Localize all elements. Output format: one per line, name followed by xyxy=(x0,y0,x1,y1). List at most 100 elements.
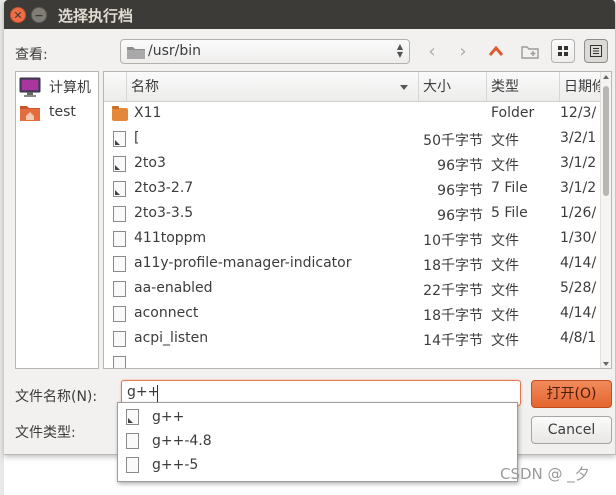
file-size: 96字节 xyxy=(437,158,483,174)
new-folder-icon[interactable] xyxy=(518,40,542,62)
autocomplete-popup: g++ g++-4.8 g++-5 xyxy=(117,402,518,482)
file-name: a11y-profile-manager-indicator xyxy=(134,255,352,271)
file-icon xyxy=(113,306,126,322)
file-row[interactable]: a11y-profile-manager-indicator 18千字节 文件 4/1… xyxy=(104,252,601,277)
open-button[interactable]: 打开(O) xyxy=(531,380,612,408)
watermark: CSDN @ _夕 xyxy=(500,465,590,483)
file-size: 18千字节 xyxy=(423,308,483,324)
icon-view-button[interactable] xyxy=(551,39,575,63)
file-date: 4/14/ xyxy=(560,255,597,271)
file-name: X11 xyxy=(134,105,162,121)
file-name: 2to3-2.7 xyxy=(134,180,194,196)
grid-icon xyxy=(558,46,568,56)
file-date: 1/30/ xyxy=(560,230,597,246)
autocomplete-item-label: g++ xyxy=(152,409,185,425)
folder-icon xyxy=(127,47,145,59)
sidebar-item-test[interactable]: test xyxy=(19,101,76,123)
file-type: Folder xyxy=(491,105,535,121)
file-size: 18千字节 xyxy=(423,258,483,274)
path-combo[interactable]: /usr/bin ▲ ▼ xyxy=(120,39,410,64)
dialog-title: 选择执行档 xyxy=(58,7,134,25)
file-row[interactable]: aconnect 18千字节 文件 4/14/ xyxy=(104,302,601,327)
executable-file-icon xyxy=(113,131,126,147)
places-sidebar: 计算机 test xyxy=(15,71,99,369)
file-type: 文件 xyxy=(491,133,519,149)
file-row[interactable]: aa-enabled 22千字节 文件 5/28/ xyxy=(104,277,601,302)
file-date: 12/3/ xyxy=(560,105,597,121)
file-icon xyxy=(113,231,126,247)
file-name: 2to3-3.5 xyxy=(134,205,194,221)
file-type: 文件 xyxy=(491,258,519,274)
scroll-up-icon[interactable] xyxy=(603,75,609,79)
detail-view-button[interactable] xyxy=(584,39,608,63)
sidebar-item-computer[interactable]: 计算机 xyxy=(19,76,91,98)
executable-file-icon xyxy=(126,409,139,425)
minimize-button[interactable]: − xyxy=(31,7,47,23)
scrollbar-thumb[interactable] xyxy=(603,86,609,196)
file-list-header: 名称 大小 类型 日期修 xyxy=(104,72,611,102)
executable-file-icon xyxy=(113,181,126,197)
file-list: 名称 大小 类型 日期修 X11 Folder 12/3/ [50千字节 文件 3/2/1… xyxy=(103,71,612,369)
column-header-name[interactable]: 名称 xyxy=(127,72,419,102)
autocomplete-item-label: g++-5 xyxy=(152,457,199,473)
column-header-size[interactable]: 大小 xyxy=(419,72,487,102)
file-name: 2to3 xyxy=(134,155,166,171)
close-button[interactable]: ✕ xyxy=(10,7,26,23)
file-icon xyxy=(126,457,139,473)
file-row[interactable]: 411toppm 10千字节 文件 1/30/ xyxy=(104,227,601,252)
folder-icon xyxy=(112,106,128,121)
column-type-label: 类型 xyxy=(491,79,519,95)
autocomplete-item[interactable]: g++-5 xyxy=(118,454,517,478)
file-size: 50千字节 xyxy=(423,133,483,149)
file-icon xyxy=(113,281,126,297)
file-name: aconnect xyxy=(134,305,199,321)
file-row[interactable]: [50千字节 文件 3/2/1 xyxy=(104,127,601,152)
header-spacer xyxy=(104,72,127,102)
file-type: 文件 xyxy=(491,158,519,174)
sort-descending-icon xyxy=(400,85,408,90)
combo-arrows-icon: ▲ ▼ xyxy=(396,42,404,59)
file-icon xyxy=(113,331,126,347)
autocomplete-item[interactable]: g++ xyxy=(118,406,517,430)
vertical-scrollbar[interactable] xyxy=(600,72,611,368)
executable-file-icon xyxy=(113,156,126,172)
file-size: 14千字节 xyxy=(423,333,483,349)
autocomplete-item[interactable]: g++-4.8 xyxy=(118,430,517,454)
file-size: 96字节 xyxy=(437,183,483,199)
file-type: 7 File xyxy=(491,180,528,196)
file-name: aa-enabled xyxy=(134,280,213,296)
file-row[interactable]: acpi_listen 14千字节 文件 4/8/1 xyxy=(104,327,601,352)
column-date-label: 日期修 xyxy=(564,79,605,95)
file-row[interactable] xyxy=(104,352,601,368)
autocomplete-item-label: g++-4.8 xyxy=(152,433,212,449)
file-date: 4/8/1 xyxy=(560,330,597,346)
open-button-label: 打开(O) xyxy=(546,386,597,402)
parent-folder-icon[interactable] xyxy=(484,40,508,62)
file-type: 文件 xyxy=(491,308,519,324)
file-icon xyxy=(113,206,126,222)
file-row[interactable]: 2to3-2.7 96字节 7 File 3/1/2 xyxy=(104,177,601,202)
file-size: 22千字节 xyxy=(423,283,483,299)
column-name-label: 名称 xyxy=(131,79,159,95)
filename-value: g++ xyxy=(127,384,160,400)
file-row[interactable]: 2to3-3.5 96字节 5 File 1/26/ xyxy=(104,202,601,227)
file-date: 3/1/2 xyxy=(560,155,597,171)
file-size: 10千字节 xyxy=(423,233,483,249)
forward-icon[interactable]: › xyxy=(451,40,475,62)
path-text: /usr/bin xyxy=(148,43,202,59)
look-in-label: 查看: xyxy=(15,47,48,63)
scroll-down-icon[interactable] xyxy=(603,362,609,366)
cancel-button[interactable]: Cancel xyxy=(531,416,612,444)
back-icon[interactable]: ‹ xyxy=(420,40,444,62)
sidebar-item-label: 计算机 xyxy=(49,80,91,96)
file-date: 3/2/1 xyxy=(560,130,597,146)
column-header-type[interactable]: 类型 xyxy=(487,72,560,102)
file-name: [ xyxy=(134,130,140,146)
file-row[interactable]: X11 Folder 12/3/ xyxy=(104,102,601,127)
filename-label: 文件名称(N): xyxy=(15,389,98,405)
cancel-button-label: Cancel xyxy=(547,422,596,438)
file-type: 文件 xyxy=(491,233,519,249)
column-header-date[interactable]: 日期修 xyxy=(560,72,605,102)
file-row[interactable]: 2to3 96字节 文件 3/1/2 xyxy=(104,152,601,177)
file-icon xyxy=(113,256,126,272)
